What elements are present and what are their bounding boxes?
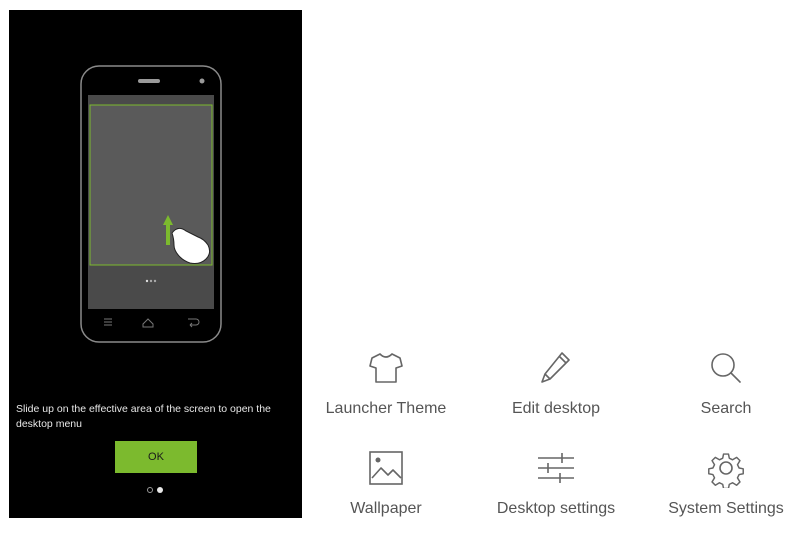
menu-label: Edit desktop	[511, 400, 601, 417]
menu-item-desktop-settings[interactable]: Desktop settings	[476, 448, 636, 538]
menu-item-wallpaper[interactable]: Wallpaper	[306, 448, 466, 538]
menu-item-system-settings[interactable]: System Settings	[646, 448, 798, 538]
page-dot-2-active	[157, 487, 163, 493]
page-dot-1	[147, 487, 153, 493]
image-icon	[369, 451, 403, 485]
menu-item-launcher-theme[interactable]: Launcher Theme	[306, 348, 466, 438]
page-indicator	[145, 486, 169, 496]
menu-item-edit-desktop[interactable]: Edit desktop	[476, 348, 636, 438]
menu-label: Wallpaper	[350, 500, 422, 517]
menu-label: Desktop settings	[496, 500, 616, 517]
menu-label: System Settings	[668, 500, 784, 517]
pencil-icon	[541, 352, 570, 383]
tutorial-hint-text: Slide up on the effective area of the sc…	[16, 403, 271, 430]
search-icon	[711, 353, 741, 383]
menu-label: Launcher Theme	[325, 400, 447, 417]
shirt-icon	[369, 353, 403, 383]
menu-label: Search	[700, 400, 752, 417]
menu-item-search[interactable]: Search	[646, 348, 798, 438]
gear-icon	[708, 453, 744, 488]
sliders-icon	[538, 453, 574, 483]
phone-illustration	[80, 65, 222, 343]
ok-button[interactable]: OK	[115, 441, 197, 473]
